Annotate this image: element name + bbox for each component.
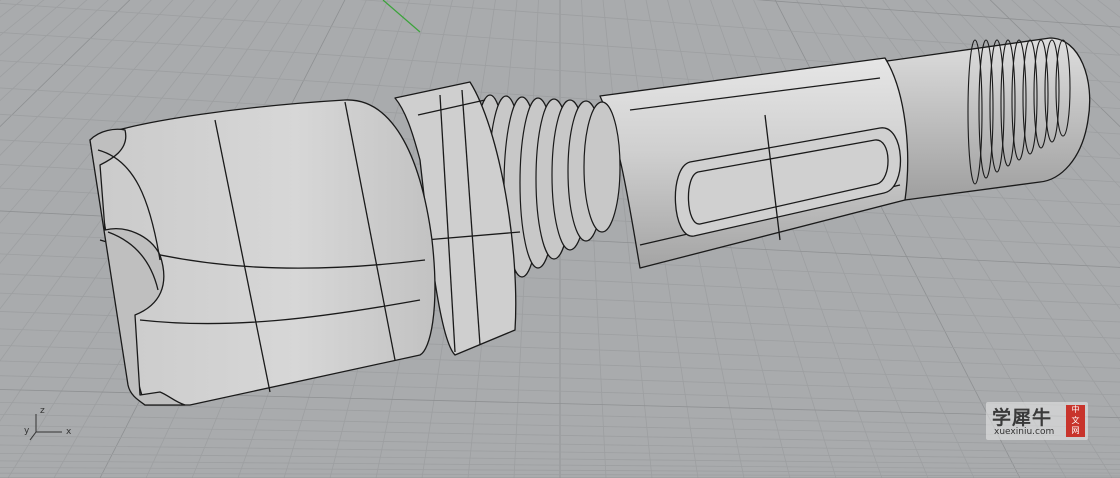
x-axis-label: x: [66, 427, 72, 437]
watermark-domain: xuexiniu.com: [994, 427, 1055, 437]
collar-thread-ring: [583, 101, 621, 233]
watermark-stamp: 中 文 网: [1066, 405, 1085, 437]
watermark-name: 学犀牛: [992, 407, 1053, 429]
axis-gizmo-icon: z y x: [22, 402, 82, 448]
viewport-canvas[interactable]: [0, 0, 1120, 478]
y-axis-label: y: [24, 426, 30, 436]
z-axis-label: z: [40, 406, 45, 416]
y-axis-line: [382, 0, 421, 33]
watermark: 学犀牛 xuexiniu.com 中 文 网: [986, 402, 1088, 440]
rhino-perspective-viewport[interactable]: z y x 学犀牛 xuexiniu.com 中 文 网: [0, 0, 1120, 478]
